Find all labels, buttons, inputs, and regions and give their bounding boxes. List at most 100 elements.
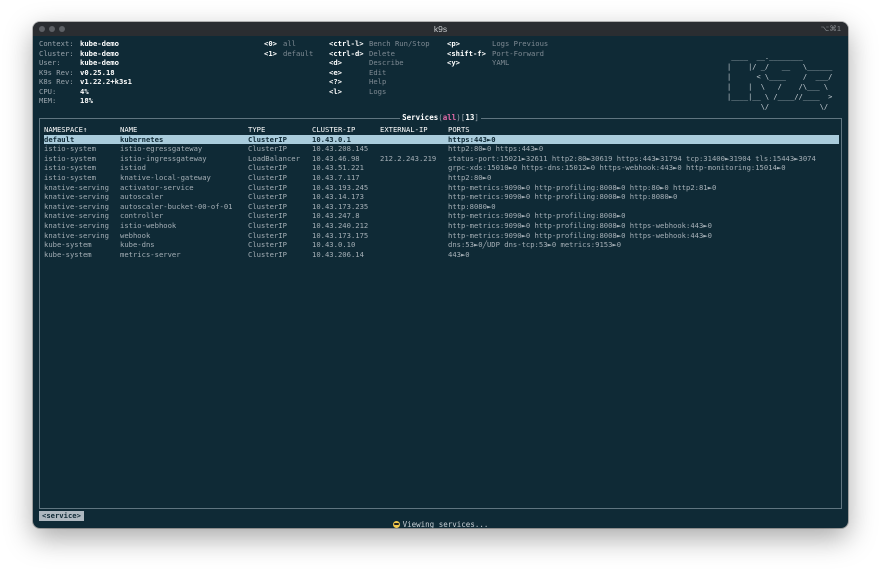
hotkey-item[interactable]: <l> Logs xyxy=(329,87,386,97)
table-cell: 10.43.46.98 xyxy=(312,153,360,163)
table-cell: http2:80►0 https:443►0 xyxy=(448,144,544,154)
table-cell: 10.43.0.1 xyxy=(312,134,351,144)
hotkey-item[interactable]: <ctrl-l> Bench Run/Stop xyxy=(329,39,430,49)
table-cell: 10.43.51.221 xyxy=(312,163,364,173)
table-cell: 10.43.208.145 xyxy=(312,144,369,154)
table-cell: 10.43.14.173 xyxy=(312,192,364,202)
table-row[interactable]: knative-serving autoscaler ClusterIP 10.43.… xyxy=(44,192,839,202)
table-cell: http-metrics:9090►0 http-profiling:8008►… xyxy=(448,192,678,202)
table-cell: ClusterIP xyxy=(248,192,287,202)
table-cell: grpc-xds:15010►0 https-dns:15012►0 https… xyxy=(448,163,786,173)
table-cell: ClusterIP xyxy=(248,211,287,221)
tab-shortcut-hint: ⌥⌘1 xyxy=(820,24,841,33)
table-cell: status-port:15021►32611 http2:80►30619 h… xyxy=(448,153,816,163)
table-cell: 10.43.0.10 xyxy=(312,240,356,250)
info-value: kube-demo xyxy=(80,58,119,67)
hotkey-key: <e> xyxy=(329,67,342,77)
table-cell: knative-local-gateway xyxy=(120,172,211,182)
table-cell: knative-serving xyxy=(44,192,109,202)
hotkey-item[interactable]: <e> Edit xyxy=(329,67,386,78)
info-value: kube-demo xyxy=(80,39,119,48)
shortcut-key: <1> xyxy=(264,48,277,58)
table-cell: ClusterIP xyxy=(248,144,287,154)
table-cell: http-metrics:9090►0 http-profiling:8008►… xyxy=(448,211,626,221)
table-row[interactable]: kube-system kube-dns ClusterIP 10.43.0.10 dn… xyxy=(44,240,839,250)
hotkey-item[interactable]: <?> Help xyxy=(329,77,386,87)
terminal-area: Context: kube-demo Cluster: kube-demo User: k… xyxy=(33,36,848,528)
hotkey-key: <?> xyxy=(329,77,342,86)
smiley-icon xyxy=(392,521,400,528)
table-row[interactable]: knative-serving controller ClusterIP 10.43.… xyxy=(44,211,839,221)
table-row[interactable]: istio-system istio-ingressgateway LoadBala… xyxy=(44,154,839,164)
table-cell: 10.43.173.175 xyxy=(312,230,369,240)
table-cell: knative-serving xyxy=(44,230,109,240)
hotkey-item[interactable]: <d> Describe xyxy=(329,58,404,68)
column-header[interactable]: TYPE xyxy=(248,125,312,135)
namespace-shortcut[interactable]: <0> all xyxy=(264,39,296,49)
table-row[interactable]: kube-system metrics-server ClusterIP 10.43.… xyxy=(44,250,839,260)
hotkey-desc: YAML xyxy=(492,58,510,67)
table-row[interactable]: knative-serving activator-service ClusterI… xyxy=(44,183,839,193)
column-header[interactable]: NAMESPACE↑ xyxy=(44,125,120,135)
table-cell: ClusterIP xyxy=(248,240,287,250)
hotkey-key: <d> xyxy=(329,58,342,67)
table-cell: http-metrics:9090►0 http-profiling:8008►… xyxy=(448,220,712,230)
info-label: MEM: xyxy=(39,96,57,105)
table-cell: 10.43.173.235 xyxy=(312,201,369,211)
column-header[interactable]: PORTS xyxy=(448,125,840,135)
table-cell: 10.43.193.245 xyxy=(312,182,369,192)
column-header[interactable]: NAME xyxy=(120,125,248,135)
info-line: K9s Rev: v0.25.18 xyxy=(39,68,115,78)
table-cell: 10.43.7.117 xyxy=(312,172,360,182)
info-value: kube-demo xyxy=(80,48,119,58)
logo-line: |____|__ \ /____//____ > xyxy=(727,93,837,101)
info-line: Context: kube-demo xyxy=(39,39,119,49)
table-cell: 10.43.247.8 xyxy=(312,211,360,221)
table-cell: dns:53►0╱UDP dns-tcp:53►0 metrics:9153►0 xyxy=(448,240,622,250)
table-title-resource: Services xyxy=(402,113,439,122)
table-cell: ClusterIP xyxy=(248,134,287,144)
table-row[interactable]: istio-system istio-egressgateway ClusterIP… xyxy=(44,144,839,154)
table-cell: 212.2.243.219 xyxy=(380,153,437,163)
table-row[interactable]: istio-system knative-local-gateway Cluster… xyxy=(44,173,839,183)
hotkey-item[interactable]: <shift-f> Port-Forward xyxy=(447,49,544,59)
table-row[interactable]: istio-system istiod ClusterIP 10.43.51.221 g… xyxy=(44,163,839,173)
namespace-shortcut[interactable]: <1> default xyxy=(264,48,313,59)
column-header[interactable]: CLUSTER-IP xyxy=(312,125,380,135)
table-cell: kube-dns xyxy=(120,240,155,250)
table-cell: istio-system xyxy=(44,144,96,154)
hotkey-desc: Logs Previous xyxy=(492,39,549,48)
table-row[interactable]: knative-serving autoscaler-bucket-00-of-0… xyxy=(44,202,839,212)
table-cell: ClusterIP xyxy=(248,163,287,173)
table-cell: ClusterIP xyxy=(248,249,287,259)
logo-line: | | \ / /\___ \ xyxy=(727,83,837,91)
table-row[interactable]: knative-serving webhook ClusterIP 10.43.173… xyxy=(44,231,839,241)
table-cell: ClusterIP xyxy=(248,201,287,211)
table-cell: activator-service xyxy=(120,182,194,192)
column-header[interactable]: EXTERNAL-IP xyxy=(380,125,448,135)
table-cell: autoscaler-bucket-00-of-01 xyxy=(120,201,233,211)
table-cell: ClusterIP xyxy=(248,182,287,192)
info-line: User: kube-demo xyxy=(39,58,119,68)
hotkey-key: <ctrl-d> xyxy=(329,48,364,58)
table-cell: 10.43.240.212 xyxy=(312,220,369,230)
table-cell: autoscaler xyxy=(120,192,164,202)
info-label: CPU: xyxy=(39,86,57,96)
shortcut-desc: default xyxy=(283,48,314,58)
info-value: v1.22.2+k3s1 xyxy=(80,77,132,86)
table-cell: istio-webhook xyxy=(120,220,177,230)
hotkey-item[interactable]: <p> Logs Previous xyxy=(447,39,548,49)
table-header-row: NAMESPACE↑ NAME TYPE CLUSTER-IP EXTERNAL-IP P… xyxy=(44,125,839,135)
status-bar: Viewing services... xyxy=(33,520,848,528)
hotkey-item[interactable]: <ctrl-d> Delete xyxy=(329,48,395,59)
table-row[interactable]: default kubernetes ClusterIP 10.43.0.1 https… xyxy=(44,134,839,145)
table-row[interactable]: knative-serving istio-webhook ClusterIP 10.… xyxy=(44,221,839,231)
table-cell: http-metrics:9090►0 http-profiling:8008►… xyxy=(448,182,717,192)
table-cell: kubernetes xyxy=(120,134,164,144)
logo-line: ____ __.________ xyxy=(727,53,837,61)
hotkey-item[interactable]: <y> YAML xyxy=(447,58,509,68)
hotkey-key: <y> xyxy=(447,58,460,67)
table-title-scope: all xyxy=(442,113,457,122)
hotkey-key: <p> xyxy=(447,39,460,48)
hotkey-desc: Logs xyxy=(369,86,387,96)
